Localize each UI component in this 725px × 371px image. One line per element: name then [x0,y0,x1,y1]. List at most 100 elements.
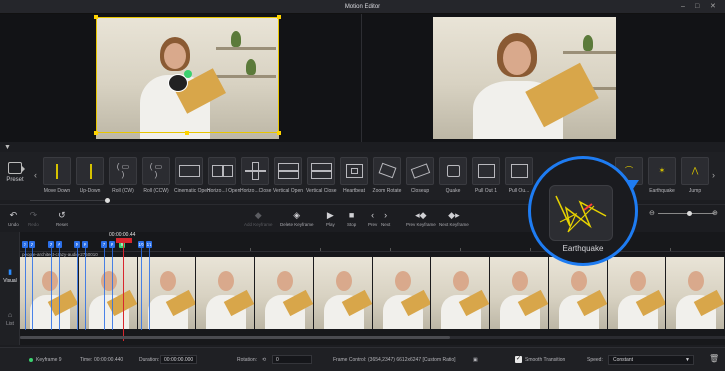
crop-handle[interactable] [277,131,281,135]
preset-closeup[interactable]: Closeup [405,157,435,194]
preset-pull-out-1[interactable]: Pull Out 1 [471,157,501,194]
undo-icon: ↶ [9,210,18,220]
current-keyframe-point[interactable] [184,70,192,78]
horizontal-close-icon [241,157,269,185]
preset-label: Preset [6,177,24,183]
delete-keyframe-icon: ◈ [293,210,301,220]
crop-handle[interactable] [94,131,98,135]
preset-heartbeat[interactable]: Heartbeat [339,157,369,194]
maximize-button[interactable]: □ [695,3,699,11]
tab-list[interactable]: ⌂ List [0,312,20,327]
timeline-scrollbar-thumb[interactable] [20,336,450,339]
minimize-button[interactable]: – [681,3,685,11]
output-preview [433,17,616,139]
delete-keyframe-button[interactable]: ◈ Delete Keyframe [280,210,314,227]
preset-scrollbar[interactable] [30,200,110,201]
prev-button[interactable]: ‹ Prev [368,210,377,227]
earthquake-icon: ✶ [648,157,676,185]
prev-keyframe-icon: ◂◆ [415,210,427,220]
heartbeat-icon [340,157,368,185]
preset-earthquake[interactable]: ✶ Earthquake [647,157,677,194]
crop-handle[interactable] [185,131,189,135]
collapse-arrow-icon[interactable]: ▼ [4,144,11,151]
next-keyframe-icon: ◆▸ [448,210,460,220]
video-track-filmstrip[interactable] [20,257,725,329]
time-value: 00:00:00.440 [94,357,124,363]
undo-button[interactable]: ↶ Undo [8,210,19,227]
add-keyframe-button[interactable]: ◆ Add Keyframe [244,210,273,227]
play-button[interactable]: ▶ Play [326,210,335,227]
add-keyframe-icon: ◆ [254,210,262,220]
tab-visual[interactable]: ▮ Visual [0,268,20,284]
pull-out-icon [472,157,500,185]
jump-icon: ⋀ [681,157,709,185]
zoom-in-icon[interactable]: ⊕ [712,209,718,217]
preset-horizontal-close[interactable]: Horizo...Close [240,157,271,194]
keyframe-status-dot [29,358,33,362]
next-button[interactable]: › Next [381,210,390,227]
cinematic-open-icon [175,157,203,185]
title-bar: Motion Editor – □ ✕ [0,0,725,14]
status-bar: Keyframe 9 Time: 00:00:00.440 Duration: … [0,347,725,371]
track-side-panel: ▮ Visual ⌂ List [0,232,20,345]
scroll-right-icon[interactable]: › [712,170,715,180]
roll-cw-icon: ( ▭ ) [109,157,137,185]
move-down-icon [43,157,71,185]
stop-icon: ■ [348,210,355,220]
reset-button[interactable]: ↺ Reset [56,210,68,227]
timeline-zoom-knob[interactable] [687,211,692,216]
preset-vertical-close[interactable]: Vertical Close [306,157,337,194]
preset-toggle[interactable]: Preset [4,162,26,183]
preset-jump[interactable]: ⋀ Jump [680,157,710,194]
preset-quake[interactable]: Quake [438,157,468,194]
prev-keyframe-button[interactable]: ◂◆ Prev Keyframe [406,210,436,227]
preset-roll-cw[interactable]: ( ▭ ) Roll (CW) [108,157,138,194]
speed-select[interactable]: Constant ▼ [608,355,694,365]
preset-roll-ccw[interactable]: ( ▭ ) Roll (CCW) [141,157,171,194]
time-label: Time: [80,357,93,363]
preset-zoom-rotate[interactable]: Zoom Rotate [372,157,402,194]
preset-pull-out-2[interactable]: Pull Ou... [504,157,534,194]
frame-control-value: (3654,2347) 6612x6247 [Custom Ratio] [368,357,456,363]
stop-button[interactable]: ■ Stop [347,210,356,227]
smooth-transition-checkbox[interactable]: ✓ [515,356,522,363]
earthquake-icon [549,185,613,241]
preset-horizontal-open[interactable]: Horizo...l Open [207,157,240,194]
frame-control-label: Frame Control: [333,357,367,363]
crop-settings-icon[interactable]: ▣ [473,357,478,363]
duration-field[interactable]: 00:00:00.000 [160,355,198,364]
closeup-icon [406,157,434,185]
crop-handle[interactable] [94,15,98,19]
crop-handle[interactable] [277,15,281,19]
zoom-out-icon[interactable]: ⊖ [649,209,655,217]
prev-icon: ‹ [371,210,375,220]
reset-icon: ↺ [58,210,66,220]
playhead-handle[interactable] [116,238,132,243]
trash-icon[interactable]: 🗑 [709,354,719,363]
up-down-icon [76,157,104,185]
close-button[interactable]: ✕ [710,3,716,11]
window-title: Motion Editor [344,3,381,10]
playhead-line[interactable] [123,241,124,341]
redo-button[interactable]: ↷ Redo [28,210,39,227]
camera-icon [8,162,25,174]
vertical-open-icon [274,157,302,185]
preset-move-down[interactable]: Move Down [42,157,72,194]
preset-scroll-knob[interactable] [105,198,110,203]
preset-cinematic-open[interactable]: Cinematic Open [174,157,210,194]
pull-out-icon [505,157,533,185]
redo-icon: ↷ [29,210,38,220]
rotation-icon: ⟲ [262,357,267,363]
preset-up-down[interactable]: Up-Down [75,157,105,194]
quake-icon [439,157,467,185]
duration-label: Duration: [139,357,160,363]
visual-icon: ▮ [8,269,12,276]
timeline-zoom-slider[interactable] [658,213,714,214]
list-icon: ⌂ [7,312,13,319]
chevron-down-icon: ▼ [685,357,690,363]
next-keyframe-button[interactable]: ◆▸ Next Keyframe [439,210,469,227]
scroll-left-icon[interactable]: ‹ [34,170,37,180]
rotation-field[interactable]: 0 [272,355,312,364]
preset-vertical-open[interactable]: Vertical Open [273,157,303,194]
vertical-close-icon [307,157,335,185]
